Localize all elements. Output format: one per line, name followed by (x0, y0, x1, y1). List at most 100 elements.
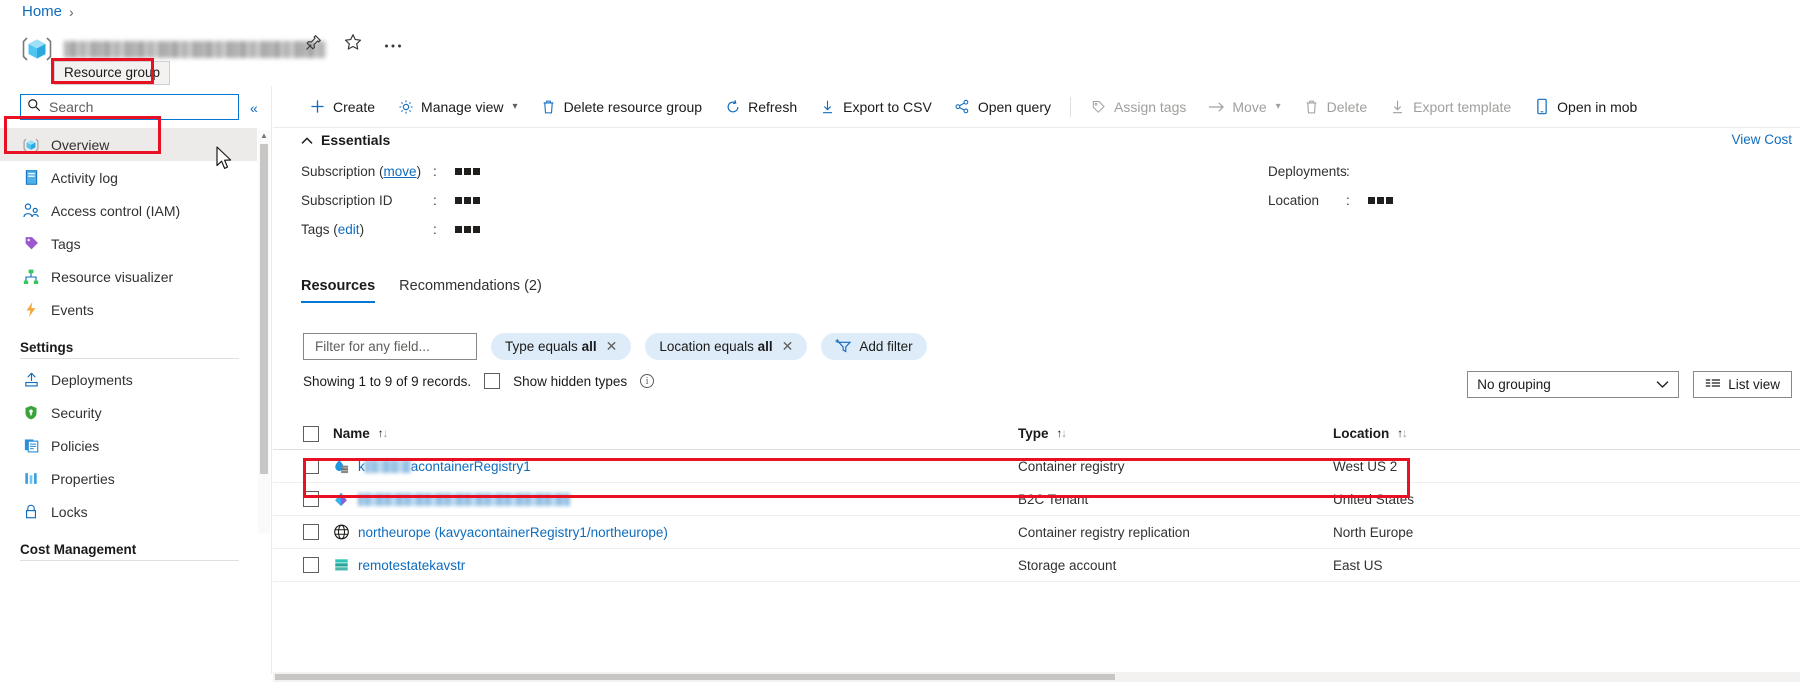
azure-portal-resource-group-page: Home › Resource group Search « Overview … (0, 0, 1800, 682)
lock-icon (22, 503, 40, 521)
table-row[interactable]: remotestatekavstr Storage account East U… (273, 549, 1800, 582)
pin-icon[interactable] (305, 34, 322, 56)
trash-icon (540, 98, 557, 115)
table-row[interactable]: k acontainerRegistry1 Container registry … (273, 450, 1800, 483)
filter-field-box[interactable] (303, 333, 477, 360)
trash-icon (1303, 98, 1320, 115)
essentials-row-subscription-id: Subscription ID : (301, 193, 482, 222)
row-type-cell: Container registry (1018, 458, 1125, 474)
row-name-redacted[interactable] (358, 492, 570, 506)
sidebar-item-label: Tags (51, 235, 81, 252)
plus-icon (309, 98, 326, 115)
delete-resource-group-button[interactable]: Delete resource group (529, 92, 714, 122)
delete-button[interactable]: Delete (1292, 92, 1378, 122)
essentials-row-deployments: Deployments : (1268, 164, 1395, 193)
move-link[interactable]: move (384, 164, 417, 179)
grouping-select[interactable]: No grouping (1467, 371, 1680, 398)
sidebar-item-locks[interactable]: Locks (0, 495, 257, 528)
open-query-button[interactable]: Open query (943, 92, 1062, 122)
view-cost-link[interactable]: View Cost (1731, 132, 1792, 147)
row-name-link[interactable]: northeurope (kavyacontainerRegistry1/nor… (358, 525, 668, 540)
row-checkbox[interactable] (303, 557, 319, 573)
row-checkbox[interactable] (303, 491, 319, 507)
info-icon[interactable]: i (640, 374, 655, 388)
sidebar-item-properties[interactable]: Properties (0, 462, 257, 495)
sidebar-item-label: Policies (51, 437, 100, 454)
show-hidden-types-checkbox[interactable] (484, 373, 501, 389)
row-name-link[interactable]: k acontainerRegistry1 (358, 459, 531, 474)
tab-resources[interactable]: Resources (301, 278, 376, 303)
breadcrumb-home[interactable]: Home (22, 3, 62, 20)
command-label: Refresh (748, 98, 798, 115)
table-row[interactable]: B2C Tenant United States (273, 483, 1800, 516)
sidebar-item-security[interactable]: Security (0, 396, 257, 429)
horizontal-scrollbar[interactable] (273, 672, 1800, 682)
edit-tags-link[interactable]: edit (338, 222, 360, 237)
scroll-up-icon[interactable]: ▲ (258, 130, 270, 141)
manage-view-button[interactable]: Manage view ▾ (386, 92, 529, 122)
command-label: Move (1232, 98, 1267, 115)
sidebar-scrollbar[interactable]: ▲ (258, 130, 270, 534)
row-checkbox[interactable] (303, 458, 319, 474)
row-name-cell: northeurope (kavyacontainerRegistry1/nor… (333, 524, 1018, 541)
filter-input[interactable] (313, 338, 467, 355)
move-button[interactable]: Move ▾ (1197, 92, 1291, 122)
column-header-location[interactable]: Location ↑↓ (1333, 426, 1613, 441)
sidebar-item-access-control[interactable]: Access control (IAM) (0, 194, 257, 227)
star-icon[interactable] (344, 33, 362, 56)
ellipsis-icon[interactable] (384, 36, 402, 54)
close-icon[interactable]: ✕ (782, 338, 794, 355)
properties-icon (22, 470, 40, 488)
scrollbar-thumb[interactable] (260, 144, 268, 474)
resource-visualizer-icon (22, 268, 40, 286)
sidebar-item-policies[interactable]: Policies (0, 429, 257, 462)
sort-icon[interactable]: ↑↓ (1057, 428, 1067, 440)
export-to-csv-button[interactable]: Export to CSV (808, 92, 943, 122)
essentials-colon: : (433, 193, 437, 208)
refresh-icon (724, 98, 741, 115)
essentials-header[interactable]: Essentials (301, 132, 390, 148)
resource-group-icon (22, 136, 40, 154)
row-name-link[interactable]: remotestatekavstr (358, 558, 465, 573)
export-template-button[interactable]: Export template (1378, 92, 1522, 122)
select-all-checkbox[interactable] (303, 425, 319, 442)
sort-icon[interactable]: ↑↓ (378, 428, 388, 440)
sidebar-item-label: Resource visualizer (51, 268, 174, 285)
table-row[interactable]: northeurope (kavyacontainerRegistry1/nor… (273, 516, 1800, 549)
open-in-mobile-button[interactable]: Open in mob (1522, 92, 1648, 122)
column-header-name[interactable]: Name ↑↓ (333, 426, 1018, 441)
table-header-row: Name ↑↓ Type ↑↓ Location ↑↓ (273, 418, 1800, 450)
bottom-strip (0, 674, 273, 682)
filter-pill-type[interactable]: Type equals all ✕ (491, 333, 632, 360)
row-location-cell: United States (1333, 491, 1415, 507)
search-input[interactable] (47, 98, 232, 116)
filter-pill-location[interactable]: Location equals all ✕ (645, 333, 808, 360)
command-label: Export to CSV (843, 98, 932, 115)
collapse-sidebar-button[interactable]: « (250, 100, 258, 116)
row-name-cell: k acontainerRegistry1 (333, 458, 1018, 475)
chevron-down-icon: ▾ (512, 101, 518, 112)
refresh-button[interactable]: Refresh (713, 92, 808, 122)
command-label: Delete (1326, 98, 1368, 115)
search-box[interactable] (20, 94, 239, 120)
row-checkbox[interactable] (303, 524, 319, 540)
sidebar-item-events[interactable]: Events (0, 293, 257, 326)
add-filter-button[interactable]: Add filter (821, 333, 927, 360)
assign-tags-button[interactable]: Assign tags (1079, 92, 1197, 122)
grouping-value: No grouping (1477, 377, 1551, 392)
list-view-button[interactable]: List view (1693, 371, 1792, 398)
scrollbar-thumb[interactable] (275, 674, 1115, 680)
security-shield-icon (22, 404, 40, 422)
sidebar-item-resource-visualizer[interactable]: Resource visualizer (0, 260, 257, 293)
essentials-key: Subscription ID (301, 193, 393, 208)
tab-recommendations[interactable]: Recommendations (2) (399, 278, 542, 303)
create-button[interactable]: Create (298, 92, 386, 122)
sidebar-item-deployments[interactable]: Deployments (0, 363, 257, 396)
list-view-label: List view (1728, 377, 1780, 392)
column-header-type[interactable]: Type ↑↓ (1018, 426, 1333, 441)
close-icon[interactable]: ✕ (606, 338, 618, 355)
essentials-row-tags: Tags (edit) : (301, 222, 482, 251)
sidebar-item-tags[interactable]: Tags (0, 227, 257, 260)
show-hidden-types-label: Show hidden types (513, 373, 628, 389)
sort-icon[interactable]: ↑↓ (1397, 428, 1407, 440)
